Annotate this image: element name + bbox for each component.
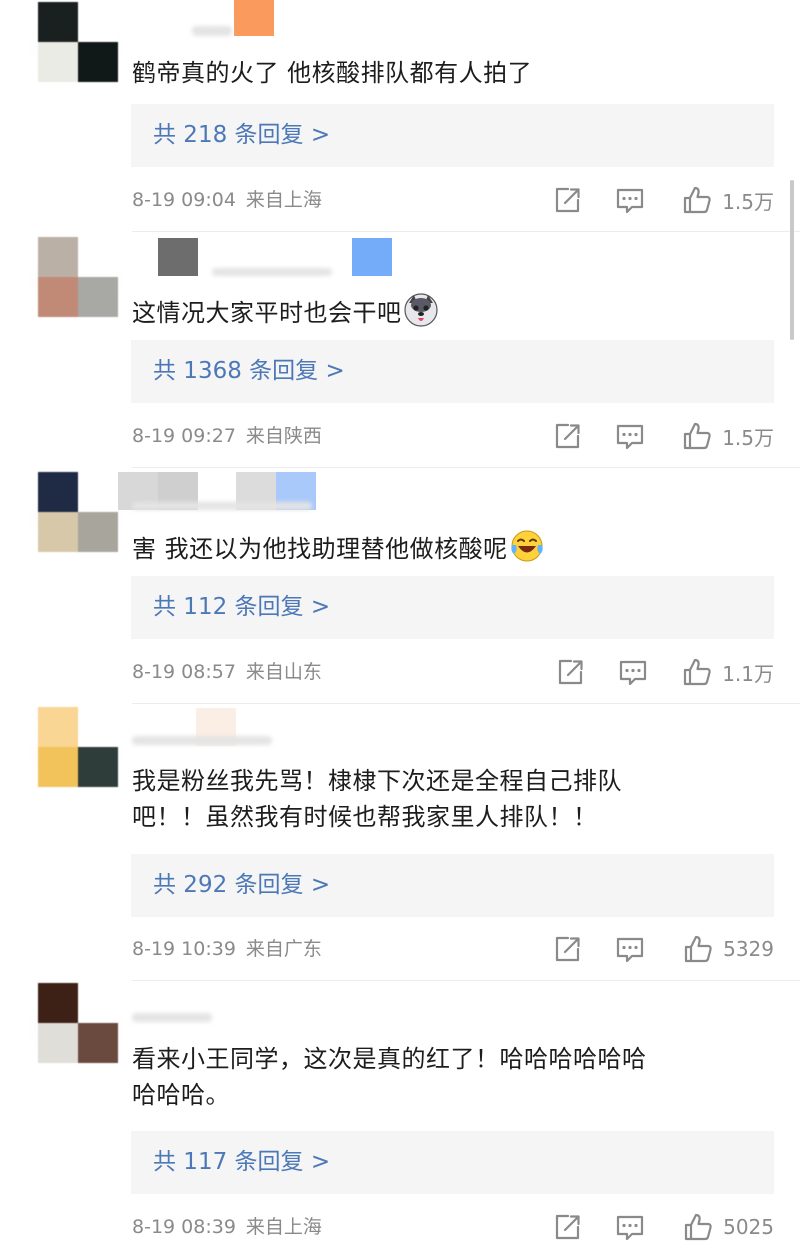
username-redacted[interactable] — [132, 238, 452, 276]
comment-meta: 8-19 10:39 来自广东 5329 — [132, 934, 774, 964]
redaction-mosaic — [352, 238, 392, 276]
comment-location: 来自广东 — [245, 938, 322, 960]
like-count: 5329 — [723, 937, 774, 961]
comment-text: 看来小王同学，这次是真的红了！哈哈哈哈哈哈 哈哈哈。 — [132, 1045, 647, 1109]
like-button[interactable]: 1.1万 — [682, 657, 774, 687]
comment-location: 来自上海 — [245, 1216, 322, 1238]
name-blur — [132, 1013, 212, 1022]
like-count: 1.5万 — [722, 425, 774, 450]
avatar[interactable] — [26, 2, 126, 84]
like-count: 1.5万 — [722, 189, 774, 214]
like-button[interactable]: 5329 — [683, 934, 774, 964]
reply-comment-icon[interactable] — [615, 185, 645, 215]
view-replies-link[interactable]: 共 1368 条回复 > — [131, 340, 774, 403]
like-button[interactable]: 5025 — [683, 1212, 774, 1242]
avatar[interactable] — [26, 237, 126, 319]
thumbs-up-icon — [684, 422, 711, 450]
thumbs-up-icon — [684, 1213, 712, 1241]
thumbs-up-icon — [684, 935, 712, 963]
comment-location: 来自陕西 — [245, 425, 322, 447]
username-redacted[interactable] — [132, 985, 452, 1022]
redaction-mosaic — [158, 238, 198, 276]
view-replies-link[interactable]: 共 218 条回复 > — [131, 104, 774, 167]
divider — [132, 467, 800, 468]
share-icon[interactable] — [552, 934, 582, 964]
divider — [132, 231, 800, 232]
comment-date: 8-19 09:04 — [132, 189, 236, 211]
name-blur — [132, 502, 312, 510]
avatar[interactable] — [26, 472, 126, 554]
comment-meta: 8-19 09:04 来自上海 1.5万 — [132, 185, 774, 215]
husky-emoji-icon — [403, 293, 438, 327]
divider — [132, 980, 800, 981]
tears-of-joy-emoji-icon — [510, 530, 543, 562]
share-icon[interactable] — [552, 421, 582, 451]
thumbs-up-icon — [684, 658, 711, 686]
reply-comment-icon[interactable] — [618, 657, 648, 687]
like-count: 5025 — [723, 1215, 774, 1239]
comment-meta: 8-19 08:57 来自山东 1.1万 — [132, 657, 774, 687]
thumbs-up-icon — [684, 186, 711, 214]
share-icon[interactable] — [552, 185, 582, 215]
avatar[interactable] — [26, 983, 126, 1065]
comment-text: 我是粉丝我先骂！棣棣下次还是全程自己排队 吧！！虽然我有时候也帮我家里人排队！！ — [132, 767, 622, 831]
username-redacted[interactable] — [132, 0, 452, 36]
view-replies-link[interactable]: 共 292 条回复 > — [131, 854, 774, 917]
view-replies-link[interactable]: 共 117 条回复 > — [131, 1131, 774, 1194]
reply-comment-icon[interactable] — [615, 1212, 645, 1242]
name-blur — [192, 26, 232, 36]
like-count: 1.1万 — [722, 661, 774, 686]
comment-location: 来自山东 — [245, 661, 322, 683]
name-blur — [132, 736, 272, 745]
comment-date: 8-19 09:27 — [132, 425, 236, 447]
share-icon[interactable] — [555, 657, 585, 687]
username-redacted[interactable] — [132, 708, 452, 746]
reply-comment-icon[interactable] — [615, 934, 645, 964]
view-replies-link[interactable]: 共 112 条回复 > — [131, 576, 774, 639]
divider — [132, 703, 800, 704]
comment-meta: 8-19 09:27 来自陕西 1.5万 — [132, 421, 774, 451]
comment-date: 8-19 08:39 — [132, 1216, 236, 1238]
comment-text: 鹤帝真的火了 他核酸排队都有人拍了 — [132, 59, 533, 87]
scrollbar[interactable] — [790, 180, 794, 340]
comment-date: 8-19 08:57 — [132, 661, 236, 683]
like-button[interactable]: 1.5万 — [682, 421, 774, 451]
comment-text: 害 我还以为他找助理替他做核酸呢 — [132, 529, 772, 567]
comment-text: 这情况大家平时也会干吧 — [132, 293, 772, 331]
comment-date: 8-19 10:39 — [132, 938, 236, 960]
comment-location: 来自上海 — [245, 189, 322, 211]
like-button[interactable]: 1.5万 — [682, 185, 774, 215]
share-icon[interactable] — [552, 1212, 582, 1242]
avatar[interactable] — [26, 707, 126, 789]
comment-meta: 8-19 08:39 来自上海 5025 — [132, 1212, 774, 1242]
username-redacted[interactable] — [118, 472, 452, 510]
name-blur — [212, 268, 332, 276]
reply-comment-icon[interactable] — [615, 421, 645, 451]
comment-feed: 鹤帝真的火了 他核酸排队都有人拍了 共 218 条回复 > 8-19 09:04… — [0, 0, 800, 1257]
redaction-mosaic — [234, 0, 274, 36]
